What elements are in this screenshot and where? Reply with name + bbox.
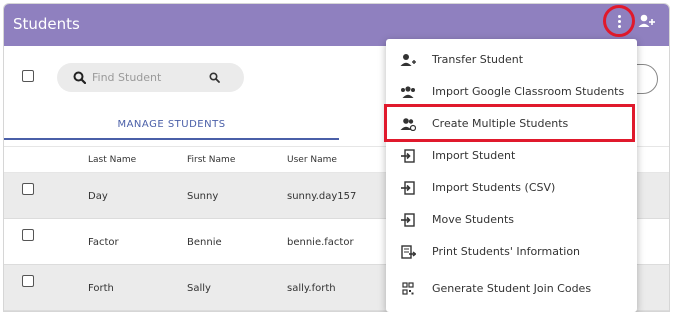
add-user-icon[interactable] xyxy=(638,13,656,29)
menu-item-label: Generate Student Join Codes xyxy=(432,282,592,295)
options-menu: Transfer Student Import Google Classroom… xyxy=(386,39,637,312)
col-first-name[interactable]: First Name xyxy=(187,155,235,165)
move-icon xyxy=(401,213,415,227)
menu-item-label: Transfer Student xyxy=(432,53,524,66)
cell-user-name: bennie.factor xyxy=(287,237,354,248)
col-last-name[interactable]: Last Name xyxy=(88,155,136,165)
menu-item-label: Move Students xyxy=(432,213,515,226)
tab-underline xyxy=(4,138,339,140)
qr-code-icon xyxy=(402,282,414,295)
search-icon xyxy=(73,71,86,84)
cell-first-name: Bennie xyxy=(187,237,222,248)
row-checkbox[interactable] xyxy=(22,229,34,241)
cell-user-name: sally.forth xyxy=(287,283,336,294)
cell-first-name: Sally xyxy=(187,283,211,294)
row-checkbox[interactable] xyxy=(22,275,34,287)
menu-item-label: Import Google Classroom Students xyxy=(432,85,625,98)
menu-item-label: Import Students (CSV) xyxy=(432,181,556,194)
col-user-name[interactable]: User Name xyxy=(287,155,337,165)
search-input[interactable] xyxy=(92,68,207,87)
menu-item-generate-join-codes[interactable]: Generate Student Join Codes xyxy=(386,273,637,305)
cell-last-name: Forth xyxy=(88,283,114,294)
menu-item-label: Import Student xyxy=(432,149,516,162)
menu-item-import-students-csv[interactable]: Import Students (CSV) xyxy=(386,172,637,204)
cell-last-name: Factor xyxy=(88,237,119,248)
import-csv-icon xyxy=(401,181,415,195)
search-submit-icon[interactable] xyxy=(209,72,220,83)
menu-item-print-students-information[interactable]: Print Students' Information xyxy=(386,236,637,268)
menu-item-import-google-classroom[interactable]: Import Google Classroom Students xyxy=(386,76,637,108)
select-all-checkbox[interactable] xyxy=(22,70,34,82)
tab-manage-students[interactable]: MANAGE STUDENTS xyxy=(4,112,339,140)
row-checkbox[interactable] xyxy=(22,183,34,195)
search-box[interactable] xyxy=(57,63,244,92)
more-options-button[interactable] xyxy=(603,5,635,37)
menu-item-label: Create Multiple Students xyxy=(432,117,569,130)
transfer-student-icon xyxy=(400,54,416,66)
google-classroom-icon xyxy=(401,86,415,98)
menu-item-import-student[interactable]: Import Student xyxy=(386,140,637,172)
multiple-students-icon xyxy=(400,118,416,131)
page-title: Students xyxy=(13,15,80,33)
import-icon xyxy=(401,149,415,163)
menu-item-label: Print Students' Information xyxy=(432,245,581,258)
cell-user-name: sunny.day157 xyxy=(287,191,357,202)
menu-item-create-multiple-students[interactable]: Create Multiple Students xyxy=(386,108,637,140)
cell-last-name: Day xyxy=(88,191,108,202)
kebab-icon xyxy=(617,14,621,28)
cell-first-name: Sunny xyxy=(187,191,219,202)
tab-label: MANAGE STUDENTS xyxy=(117,119,226,130)
menu-item-move-students[interactable]: Move Students xyxy=(386,204,637,236)
menu-item-transfer-student[interactable]: Transfer Student xyxy=(386,44,637,76)
print-icon xyxy=(401,245,416,259)
